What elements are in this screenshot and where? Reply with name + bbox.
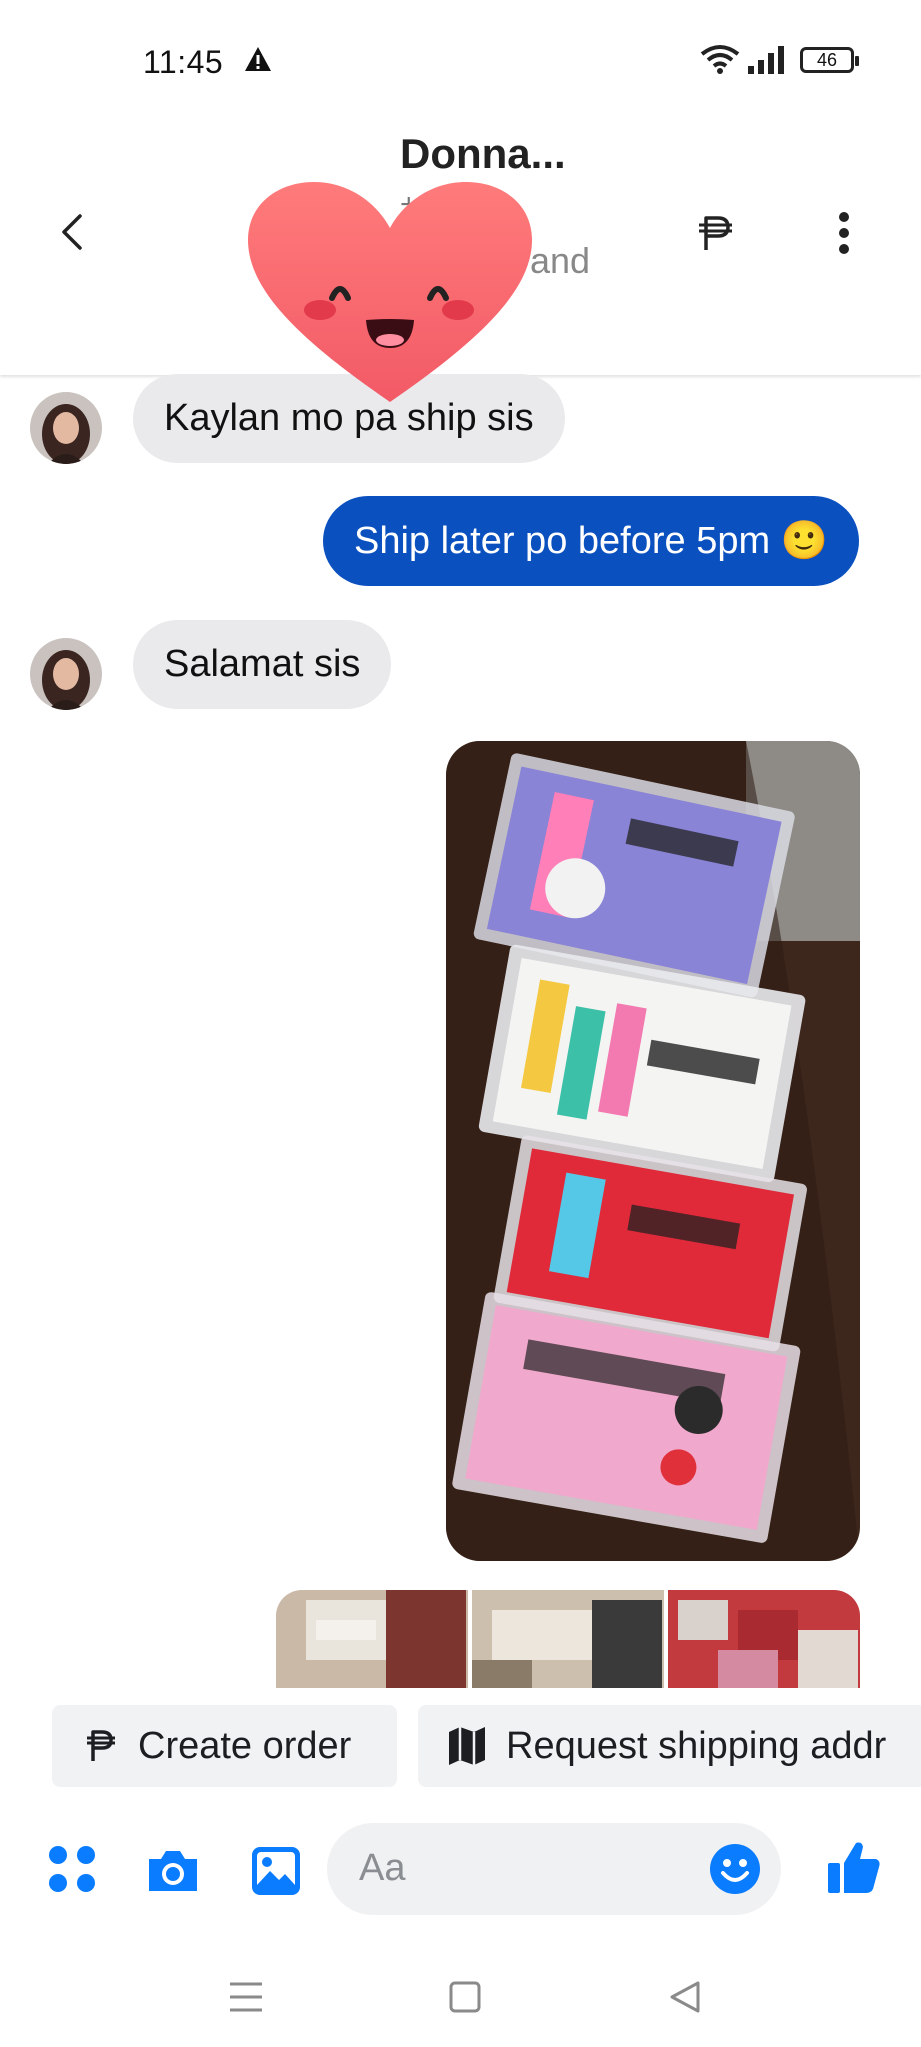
photo-thumbnail[interactable] — [668, 1590, 860, 1688]
system-nav-bar — [0, 1950, 921, 2047]
home-icon[interactable] — [448, 1980, 482, 2014]
photo-thumbnail[interactable] — [276, 1590, 468, 1688]
apps-menu-icon[interactable] — [48, 1845, 96, 1893]
message-composer: Aa — [0, 1805, 921, 1935]
recent-apps-icon[interactable] — [228, 1980, 264, 2014]
message-bubble-outgoing[interactable]: Ship later po before 5pm 🙂 — [322, 496, 859, 586]
heart-sticker — [248, 182, 532, 402]
signal-icon — [748, 46, 784, 74]
status-time: 11:45 — [143, 44, 224, 80]
battery-indicator: 46 — [800, 47, 859, 73]
map-icon — [449, 1727, 485, 1765]
peso-icon — [87, 1730, 115, 1761]
back-nav-icon[interactable] — [668, 1980, 702, 2014]
wifi-icon — [700, 45, 740, 74]
message-input-placeholder: Aa — [359, 1847, 406, 1889]
more-options-icon[interactable] — [822, 208, 866, 258]
status-bar: 11:45 46 — [0, 0, 921, 120]
peso-payment-icon[interactable] — [690, 208, 740, 258]
contact-name[interactable]: Donna... — [400, 130, 566, 178]
quick-actions-bar: Create order Request shipping addr — [0, 1700, 921, 1790]
contact-avatar[interactable] — [30, 392, 102, 464]
photo-thumbnail[interactable] — [472, 1590, 664, 1688]
message-bubble-incoming[interactable]: Salamat sis — [133, 620, 392, 709]
shared-photo-shirts[interactable] — [446, 741, 860, 1561]
back-arrow-icon[interactable] — [52, 210, 96, 254]
create-order-label: Create order — [138, 1724, 352, 1767]
thumbs-up-icon[interactable] — [826, 1839, 882, 1895]
request-shipping-address-button[interactable]: Request shipping addr — [418, 1705, 921, 1787]
request-shipping-label: Request shipping addr — [506, 1724, 887, 1767]
contact-avatar[interactable] — [30, 638, 102, 710]
message-input[interactable]: Aa — [327, 1823, 781, 1915]
camera-icon[interactable] — [145, 1847, 201, 1895]
emoji-icon[interactable] — [709, 1843, 761, 1895]
create-order-button[interactable]: Create order — [52, 1705, 397, 1787]
photo-thumbnail-strip[interactable] — [276, 1590, 860, 1688]
gallery-icon[interactable] — [250, 1845, 302, 1897]
alert-icon — [245, 47, 271, 71]
